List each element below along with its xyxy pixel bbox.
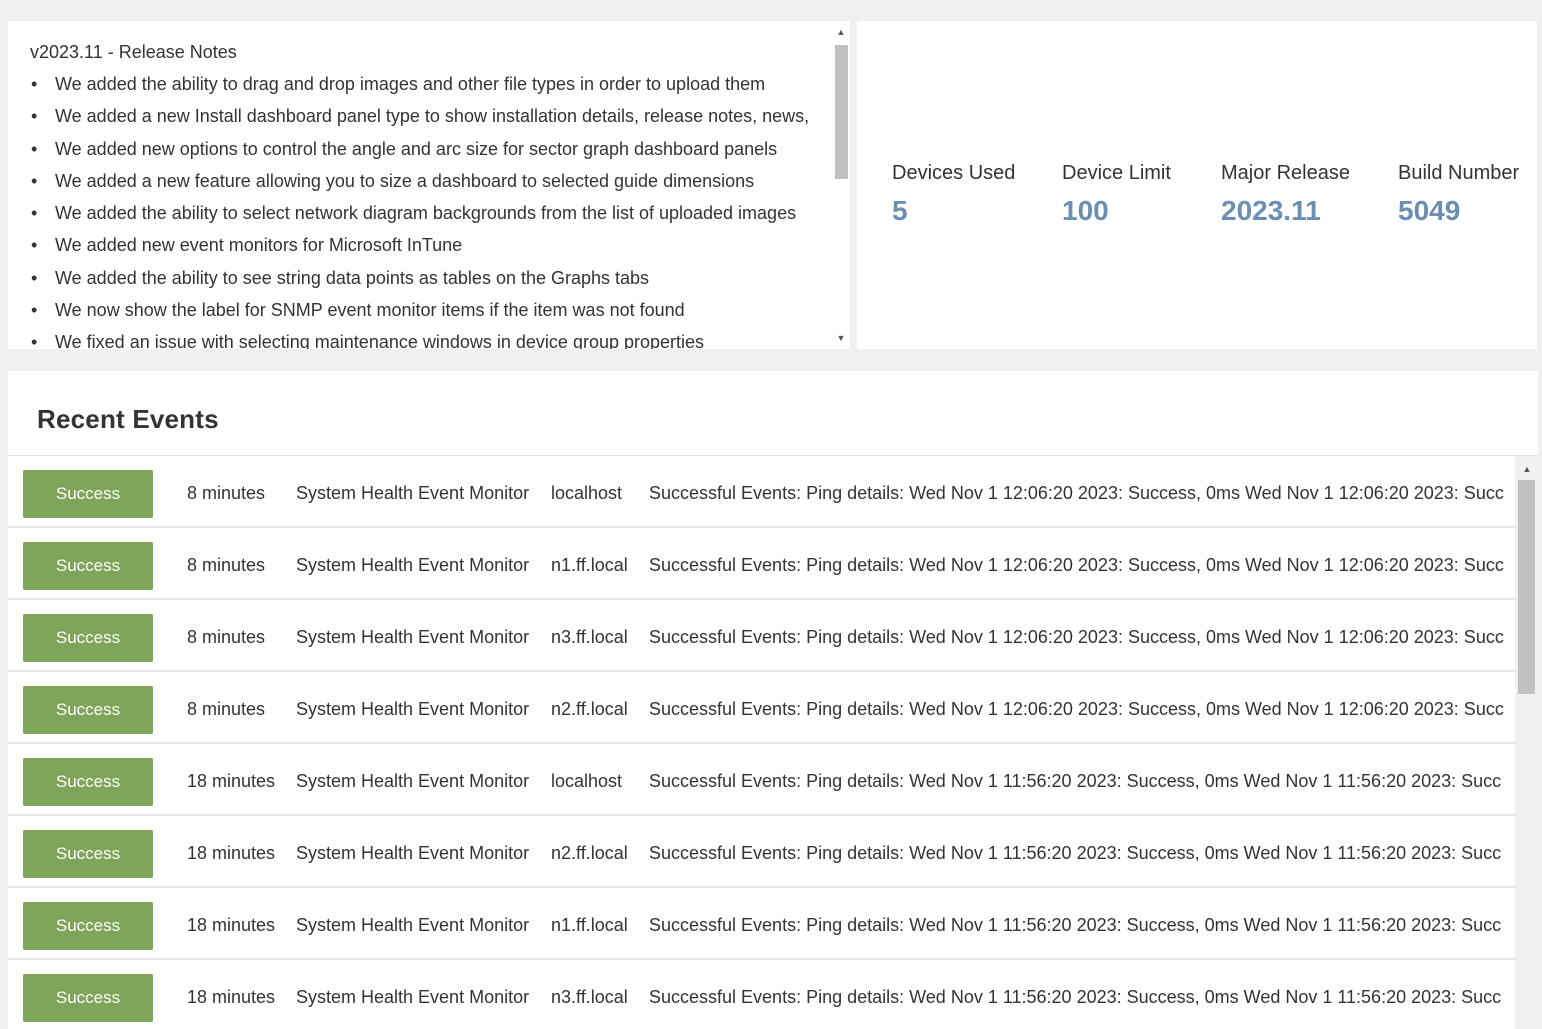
event-time: 18 minutes — [187, 915, 276, 935]
major-release-label: Major Release — [1221, 162, 1350, 184]
recent-events-panel: Recent Events Success 8 minutes System H… — [8, 371, 1538, 1029]
release-note-item: We added a new feature allowing you to s… — [30, 170, 832, 202]
status-badge[interactable]: Success — [23, 758, 153, 806]
event-monitor: System Health Event Monitor — [296, 555, 530, 575]
event-row[interactable]: Success 8 minutes System Health Event Mo… — [8, 672, 1515, 744]
release-notes-panel: v2023.11 - Release Notes We added the ab… — [8, 21, 850, 349]
devices-used-stat: Devices Used 5 — [892, 161, 1015, 227]
scroll-up-arrow-icon[interactable]: ▲ — [1518, 462, 1536, 476]
event-details: Successful Events: Ping details: Wed Nov… — [649, 987, 1502, 1007]
scrollbar-thumb[interactable] — [1518, 480, 1535, 694]
status-badge[interactable]: Success — [23, 614, 153, 662]
build-number-stat: Build Number 5049 — [1398, 161, 1519, 227]
release-note-item: We added new options to control the angl… — [30, 138, 832, 170]
event-monitor: System Health Event Monitor — [296, 915, 530, 935]
scrollbar-thumb[interactable] — [835, 45, 848, 179]
release-note-item: We added the ability to drag and drop im… — [30, 73, 832, 105]
event-time: 8 minutes — [187, 699, 266, 719]
event-monitor: System Health Event Monitor — [296, 843, 530, 863]
event-monitor: System Health Event Monitor — [296, 627, 530, 647]
release-notes-scrollbar[interactable]: ▲ ▼ — [832, 21, 850, 349]
event-time: 8 minutes — [187, 627, 266, 647]
build-number-value: 5049 — [1398, 195, 1461, 226]
event-host: n1.ff.local — [551, 555, 628, 575]
status-badge[interactable]: Success — [23, 974, 153, 1022]
status-badge[interactable]: Success — [23, 902, 153, 950]
event-monitor: System Health Event Monitor — [296, 987, 530, 1007]
event-row[interactable]: Success 18 minutes System Health Event M… — [8, 960, 1515, 1029]
event-details: Successful Events: Ping details: Wed Nov… — [649, 483, 1504, 503]
event-time: 18 minutes — [187, 843, 276, 863]
event-row[interactable]: Success 18 minutes System Health Event M… — [8, 816, 1515, 888]
event-host: n3.ff.local — [551, 627, 628, 647]
device-limit-value: 100 — [1062, 195, 1109, 226]
release-note-item: We fixed an issue with selecting mainten… — [30, 331, 832, 349]
release-notes-title: v2023.11 - Release Notes — [30, 42, 237, 62]
event-monitor: System Health Event Monitor — [296, 699, 530, 719]
recent-events-scrollbar[interactable]: ▲ — [1515, 456, 1538, 1029]
status-badge[interactable]: Success — [23, 686, 153, 734]
release-note-item: We added the ability to see string data … — [30, 267, 832, 299]
major-release-value: 2023.11 — [1221, 195, 1321, 226]
release-note-item: We added new event monitors for Microsof… — [30, 234, 832, 266]
event-row[interactable]: Success 18 minutes System Health Event M… — [8, 744, 1515, 816]
devices-used-label: Devices Used — [892, 162, 1016, 184]
event-details: Successful Events: Ping details: Wed Nov… — [649, 915, 1502, 935]
event-details: Successful Events: Ping details: Wed Nov… — [649, 843, 1502, 863]
event-time: 18 minutes — [187, 987, 276, 1007]
recent-events-title: Recent Events — [37, 404, 219, 434]
release-note-item: We added a new Install dashboard panel t… — [30, 105, 832, 137]
event-row[interactable]: Success 18 minutes System Health Event M… — [8, 888, 1515, 960]
event-host: n3.ff.local — [551, 987, 628, 1007]
event-time: 8 minutes — [187, 483, 266, 503]
event-host: localhost — [551, 483, 623, 503]
event-row[interactable]: Success 8 minutes System Health Event Mo… — [8, 456, 1515, 528]
release-notes-list: We added the ability to drag and drop im… — [30, 73, 832, 349]
event-time: 8 minutes — [187, 555, 266, 575]
event-monitor: System Health Event Monitor — [296, 771, 530, 791]
scroll-up-arrow-icon[interactable]: ▲ — [832, 25, 850, 39]
release-notes-content: v2023.11 - Release Notes We added the ab… — [8, 21, 832, 349]
status-badge[interactable]: Success — [23, 542, 153, 590]
event-monitor: System Health Event Monitor — [296, 483, 530, 503]
release-note-item: We added the ability to select network d… — [30, 202, 832, 234]
device-limit-label: Device Limit — [1062, 162, 1171, 184]
event-details: Successful Events: Ping details: Wed Nov… — [649, 555, 1504, 575]
devices-used-value: 5 — [892, 195, 908, 226]
event-details: Successful Events: Ping details: Wed Nov… — [649, 771, 1502, 791]
release-note-item: We now show the label for SNMP event mon… — [30, 299, 832, 331]
recent-events-list: Success 8 minutes System Health Event Mo… — [8, 456, 1515, 1029]
event-host: localhost — [551, 771, 623, 791]
major-release-stat: Major Release 2023.11 — [1221, 161, 1350, 227]
event-details: Successful Events: Ping details: Wed Nov… — [649, 699, 1504, 719]
install-stats-panel: Devices Used 5 Device Limit 100 Major Re… — [857, 21, 1537, 349]
device-limit-stat: Device Limit 100 — [1062, 161, 1171, 227]
status-badge[interactable]: Success — [23, 830, 153, 878]
status-badge[interactable]: Success — [23, 470, 153, 518]
event-details: Successful Events: Ping details: Wed Nov… — [649, 627, 1504, 647]
event-host: n1.ff.local — [551, 915, 628, 935]
scroll-down-arrow-icon[interactable]: ▼ — [832, 331, 850, 345]
event-row[interactable]: Success 8 minutes System Health Event Mo… — [8, 600, 1515, 672]
event-time: 18 minutes — [187, 771, 276, 791]
event-host: n2.ff.local — [551, 843, 628, 863]
event-row[interactable]: Success 8 minutes System Health Event Mo… — [8, 528, 1515, 600]
event-host: n2.ff.local — [551, 699, 628, 719]
build-number-label: Build Number — [1398, 162, 1520, 184]
